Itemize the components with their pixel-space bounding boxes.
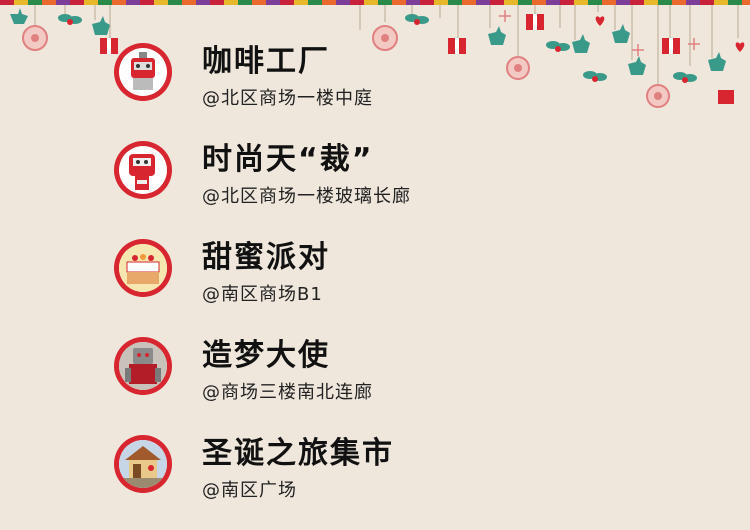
robot-figure-icon bbox=[114, 337, 172, 395]
list-item[interactable]: 造梦大使 @商场三楼南北连廊 bbox=[114, 334, 714, 432]
list-item[interactable]: 时尚天“裁” @北区商场一楼玻璃长廊 bbox=[114, 138, 714, 236]
list-item[interactable]: 甜蜜派对 @南区商场B1 bbox=[114, 236, 714, 334]
cake-icon bbox=[114, 239, 172, 297]
robot-tailor-icon bbox=[114, 141, 172, 199]
item-title: 造梦大使 bbox=[202, 338, 330, 373]
market-stall-icon bbox=[114, 435, 172, 493]
item-location: @南区广场 bbox=[202, 480, 297, 501]
item-location: @北区商场一楼玻璃长廊 bbox=[202, 186, 411, 207]
item-title: 圣诞之旅集市 bbox=[202, 436, 394, 471]
item-location: @北区商场一楼中庭 bbox=[202, 88, 373, 109]
robot-cup-icon bbox=[114, 43, 172, 101]
event-list: 咖啡工厂 @北区商场一楼中庭 时尚天“裁” @北区商场一楼玻璃长廊 甜蜜派对 @… bbox=[114, 40, 714, 530]
list-item[interactable]: 咖啡工厂 @北区商场一楼中庭 bbox=[114, 40, 714, 138]
list-item[interactable]: 圣诞之旅集市 @南区广场 bbox=[114, 432, 714, 530]
item-title: 时尚天“裁” bbox=[202, 142, 374, 177]
item-location: @南区商场B1 bbox=[202, 284, 323, 305]
item-location: @商场三楼南北连廊 bbox=[202, 382, 373, 403]
item-title: 咖啡工厂 bbox=[202, 44, 330, 79]
item-title: 甜蜜派对 bbox=[202, 240, 330, 275]
